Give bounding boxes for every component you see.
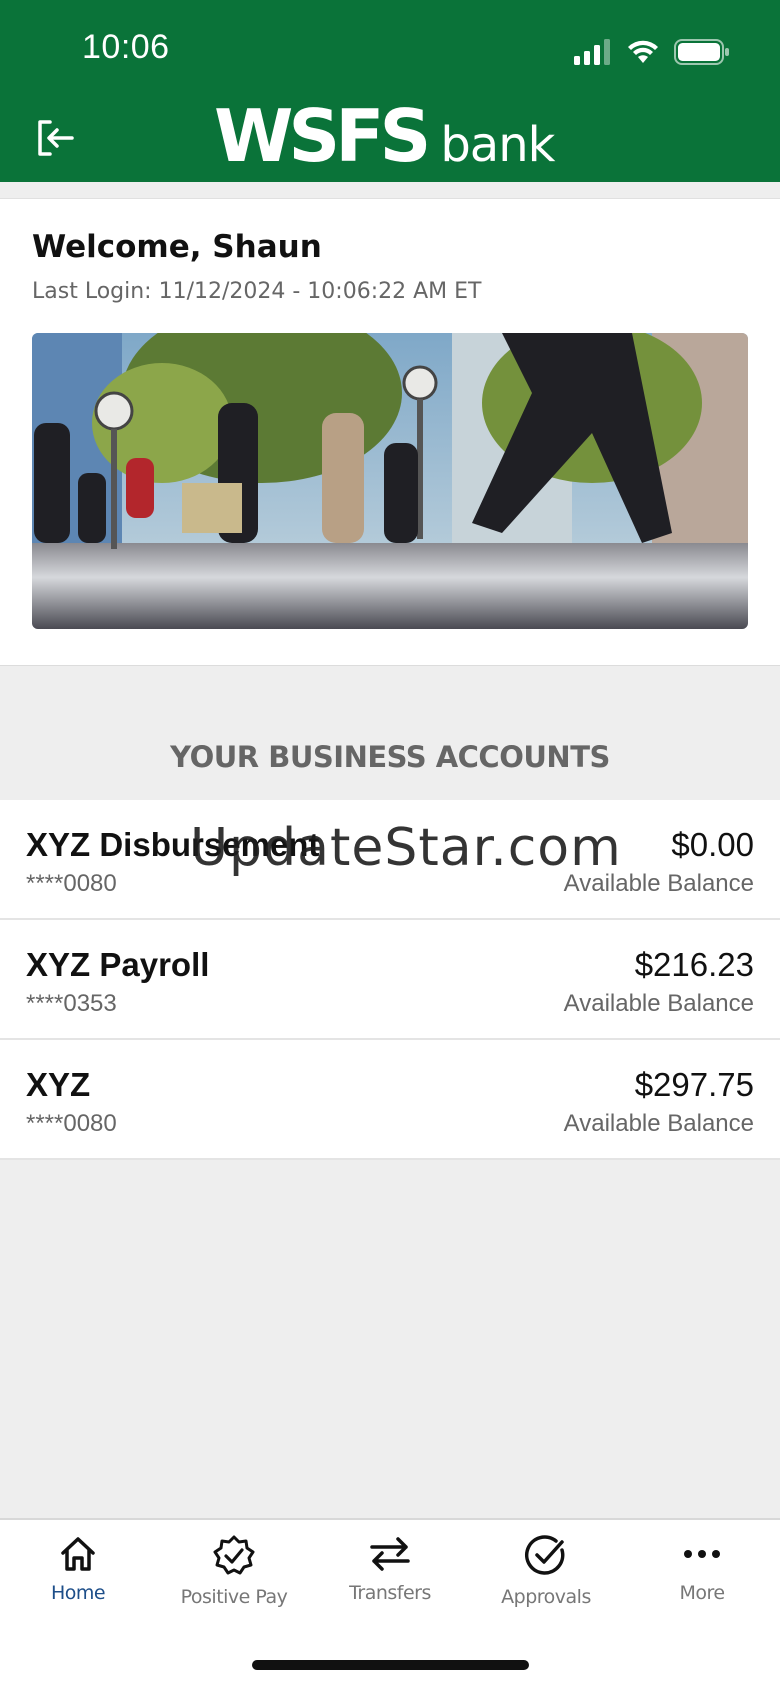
transfer-arrows-icon (370, 1537, 410, 1571)
account-balance: $216.23 (634, 946, 754, 983)
logo-wordmark: WSFS (214, 94, 431, 178)
tab-label: Transfers (349, 1582, 431, 1604)
tab-more[interactable]: More (624, 1534, 780, 1634)
account-row[interactable]: XYZ ****0080 $297.75 Available Balance (0, 1040, 780, 1160)
tab-label: More (679, 1582, 725, 1604)
welcome-title: Welcome, Shaun (32, 229, 322, 265)
account-name: XYZ Payroll (26, 946, 210, 983)
hero-image (32, 333, 748, 629)
tab-label: Positive Pay (180, 1586, 288, 1608)
status-time: 10:06 (82, 28, 170, 66)
account-row[interactable]: XYZ Disbursement ****0080 $0.00 Availabl… (0, 800, 780, 920)
home-indicator (252, 1660, 529, 1670)
wsfs-logo: WSFS bank (214, 94, 555, 178)
account-number: ****0353 (26, 990, 117, 1017)
tab-transfers[interactable]: Transfers (312, 1534, 468, 1634)
account-balance: $297.75 (634, 1066, 754, 1103)
last-login-text: Last Login: 11/12/2024 - 10:06:22 AM ET (32, 279, 482, 304)
account-balance: $0.00 (671, 826, 754, 863)
accounts-list: XYZ Disbursement ****0080 $0.00 Availabl… (0, 800, 780, 1160)
app-header: 10:06 WSFS bank (0, 0, 780, 182)
tab-home[interactable]: Home (0, 1534, 156, 1634)
balance-label: Available Balance (563, 1110, 754, 1137)
circle-check-icon (525, 1535, 565, 1575)
account-number: ****0080 (26, 870, 117, 897)
balance-label: Available Balance (563, 990, 754, 1017)
tab-positive-pay[interactable]: Positive Pay (156, 1534, 312, 1634)
badge-check-icon (213, 1535, 255, 1575)
account-number: ****0080 (26, 1110, 117, 1137)
status-icons (574, 38, 730, 66)
accounts-section-title: YOUR BUSINESS ACCOUNTS (170, 740, 610, 774)
logout-button[interactable] (36, 118, 76, 158)
tab-label: Home (50, 1582, 106, 1604)
balance-label: Available Balance (563, 870, 754, 897)
hero-image-graphic (32, 333, 748, 629)
welcome-card: Welcome, Shaun Last Login: 11/12/2024 - … (0, 198, 780, 666)
logout-icon (38, 120, 74, 156)
tab-approvals[interactable]: Approvals (468, 1534, 624, 1634)
account-name: XYZ Disbursement (26, 826, 320, 863)
logo-subtext: bank (440, 117, 555, 173)
account-row[interactable]: XYZ Payroll ****0353 $216.23 Available B… (0, 920, 780, 1040)
account-name: XYZ (26, 1066, 91, 1103)
wifi-icon (628, 40, 658, 63)
tab-label: Approvals (501, 1586, 591, 1608)
home-icon (61, 1537, 95, 1571)
signal-icon (574, 39, 610, 65)
more-dots-icon (684, 1550, 720, 1558)
battery-icon (674, 39, 729, 65)
